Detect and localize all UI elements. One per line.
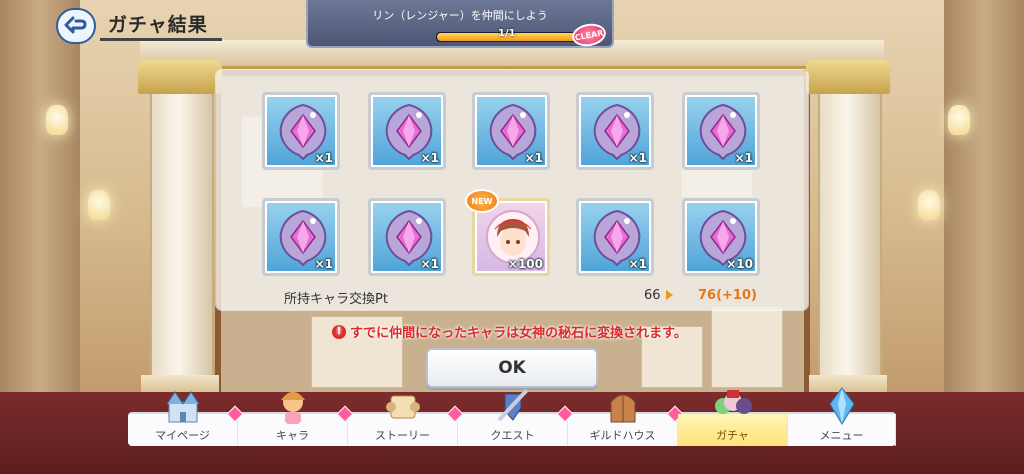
nav-item-label: ストーリー xyxy=(375,429,430,442)
memory-piece-item[interactable]: ×1 xyxy=(262,198,340,276)
nav-item-label: マイページ xyxy=(155,429,210,442)
memory-piece-item[interactable]: ×1 xyxy=(262,92,340,170)
nav-item-label: キャラ xyxy=(276,429,309,442)
conversion-notice: ! すでに仲間になったキャラは女神の秘石に変換されます。 xyxy=(332,322,687,341)
new-badge: NEW xyxy=(465,189,499,213)
gacha-characters-icon xyxy=(711,386,755,426)
back-button[interactable] xyxy=(56,8,96,44)
item-quantity: ×1 xyxy=(628,257,647,271)
clear-badge: CLEAR xyxy=(570,21,608,49)
warning-icon: ! xyxy=(332,324,346,339)
title-underline xyxy=(100,38,222,41)
item-quantity: ×100 xyxy=(507,257,543,271)
exchange-pt-new: 76(+10) xyxy=(698,288,757,303)
character-icon xyxy=(271,386,315,426)
item-quantity: ×1 xyxy=(420,151,439,165)
nav-item-castle[interactable]: マイページ xyxy=(128,391,244,446)
nav-item-gacha-characters[interactable]: ガチャ xyxy=(678,390,788,446)
item-quantity: ×10 xyxy=(726,257,753,271)
item-quantity: ×1 xyxy=(314,151,333,165)
nav-item-label: ガチャ xyxy=(716,429,749,442)
nav-item-crystal[interactable]: メニュー xyxy=(788,387,896,446)
back-arrow-icon xyxy=(64,16,87,34)
mission-progress-label: 1/1 xyxy=(498,28,516,39)
castle-icon xyxy=(161,386,205,426)
crystal-icon xyxy=(820,386,864,426)
nav-item-sword-shield[interactable]: クエスト xyxy=(458,388,574,446)
exchange-pt-label: 所持キャラ交換Pt xyxy=(284,292,388,307)
item-quantity: ×1 xyxy=(628,151,647,165)
exchange-pt-row: 所持キャラ交換Pt 66 76(+10) xyxy=(262,286,762,307)
wall-lamp-icon xyxy=(88,190,110,220)
exchange-pt-old: 66 xyxy=(644,288,661,303)
item-quantity: ×1 xyxy=(734,151,753,165)
wall-lamp-icon xyxy=(948,105,970,135)
character-result-item[interactable]: ×100 NEW xyxy=(465,189,550,276)
ok-button[interactable]: OK xyxy=(426,348,598,388)
mission-banner: リン（レンジャー）を仲間にしよう 1/1 CLEAR xyxy=(306,0,614,49)
memory-piece-item[interactable]: ×1 xyxy=(576,92,654,170)
nav-item-label: クエスト xyxy=(490,429,535,442)
wall-lamp-icon xyxy=(46,105,68,135)
memory-piece-item[interactable]: ×1 xyxy=(368,198,446,276)
item-quantity: ×1 xyxy=(524,151,543,165)
memory-piece-item[interactable]: ×1 xyxy=(368,92,446,170)
item-quantity: ×1 xyxy=(420,257,439,271)
guild-door-icon xyxy=(601,386,645,426)
memory-piece-item[interactable]: ×10 xyxy=(682,198,760,276)
memory-piece-item[interactable]: ×1 xyxy=(472,92,550,170)
nav-item-guild-door[interactable]: ギルドハウス xyxy=(568,394,684,446)
nav-item-label: メニュー xyxy=(819,429,864,442)
nav-item-scroll[interactable]: ストーリー xyxy=(348,395,464,446)
item-quantity: ×1 xyxy=(314,257,333,271)
wall-lamp-icon xyxy=(918,190,940,220)
memory-piece-item[interactable]: ×1 xyxy=(682,92,760,170)
arrow-right-icon xyxy=(666,290,673,300)
memory-piece-item[interactable]: ×1 xyxy=(576,198,654,276)
sword-shield-icon xyxy=(491,386,535,426)
nav-item-label: ギルドハウス xyxy=(589,429,656,442)
notice-text: すでに仲間になったキャラは女神の秘石に変換されます。 xyxy=(350,326,687,341)
bottom-navigation: マイページ キャラ ストーリー クエスト ギルドハウス ガチャ メニュー xyxy=(128,387,896,446)
scroll-icon xyxy=(381,386,425,426)
mission-text: リン（レンジャー）を仲間にしよう xyxy=(372,9,548,22)
page-title: ガチャ結果 xyxy=(108,14,208,36)
nav-item-character[interactable]: キャラ xyxy=(238,392,354,446)
